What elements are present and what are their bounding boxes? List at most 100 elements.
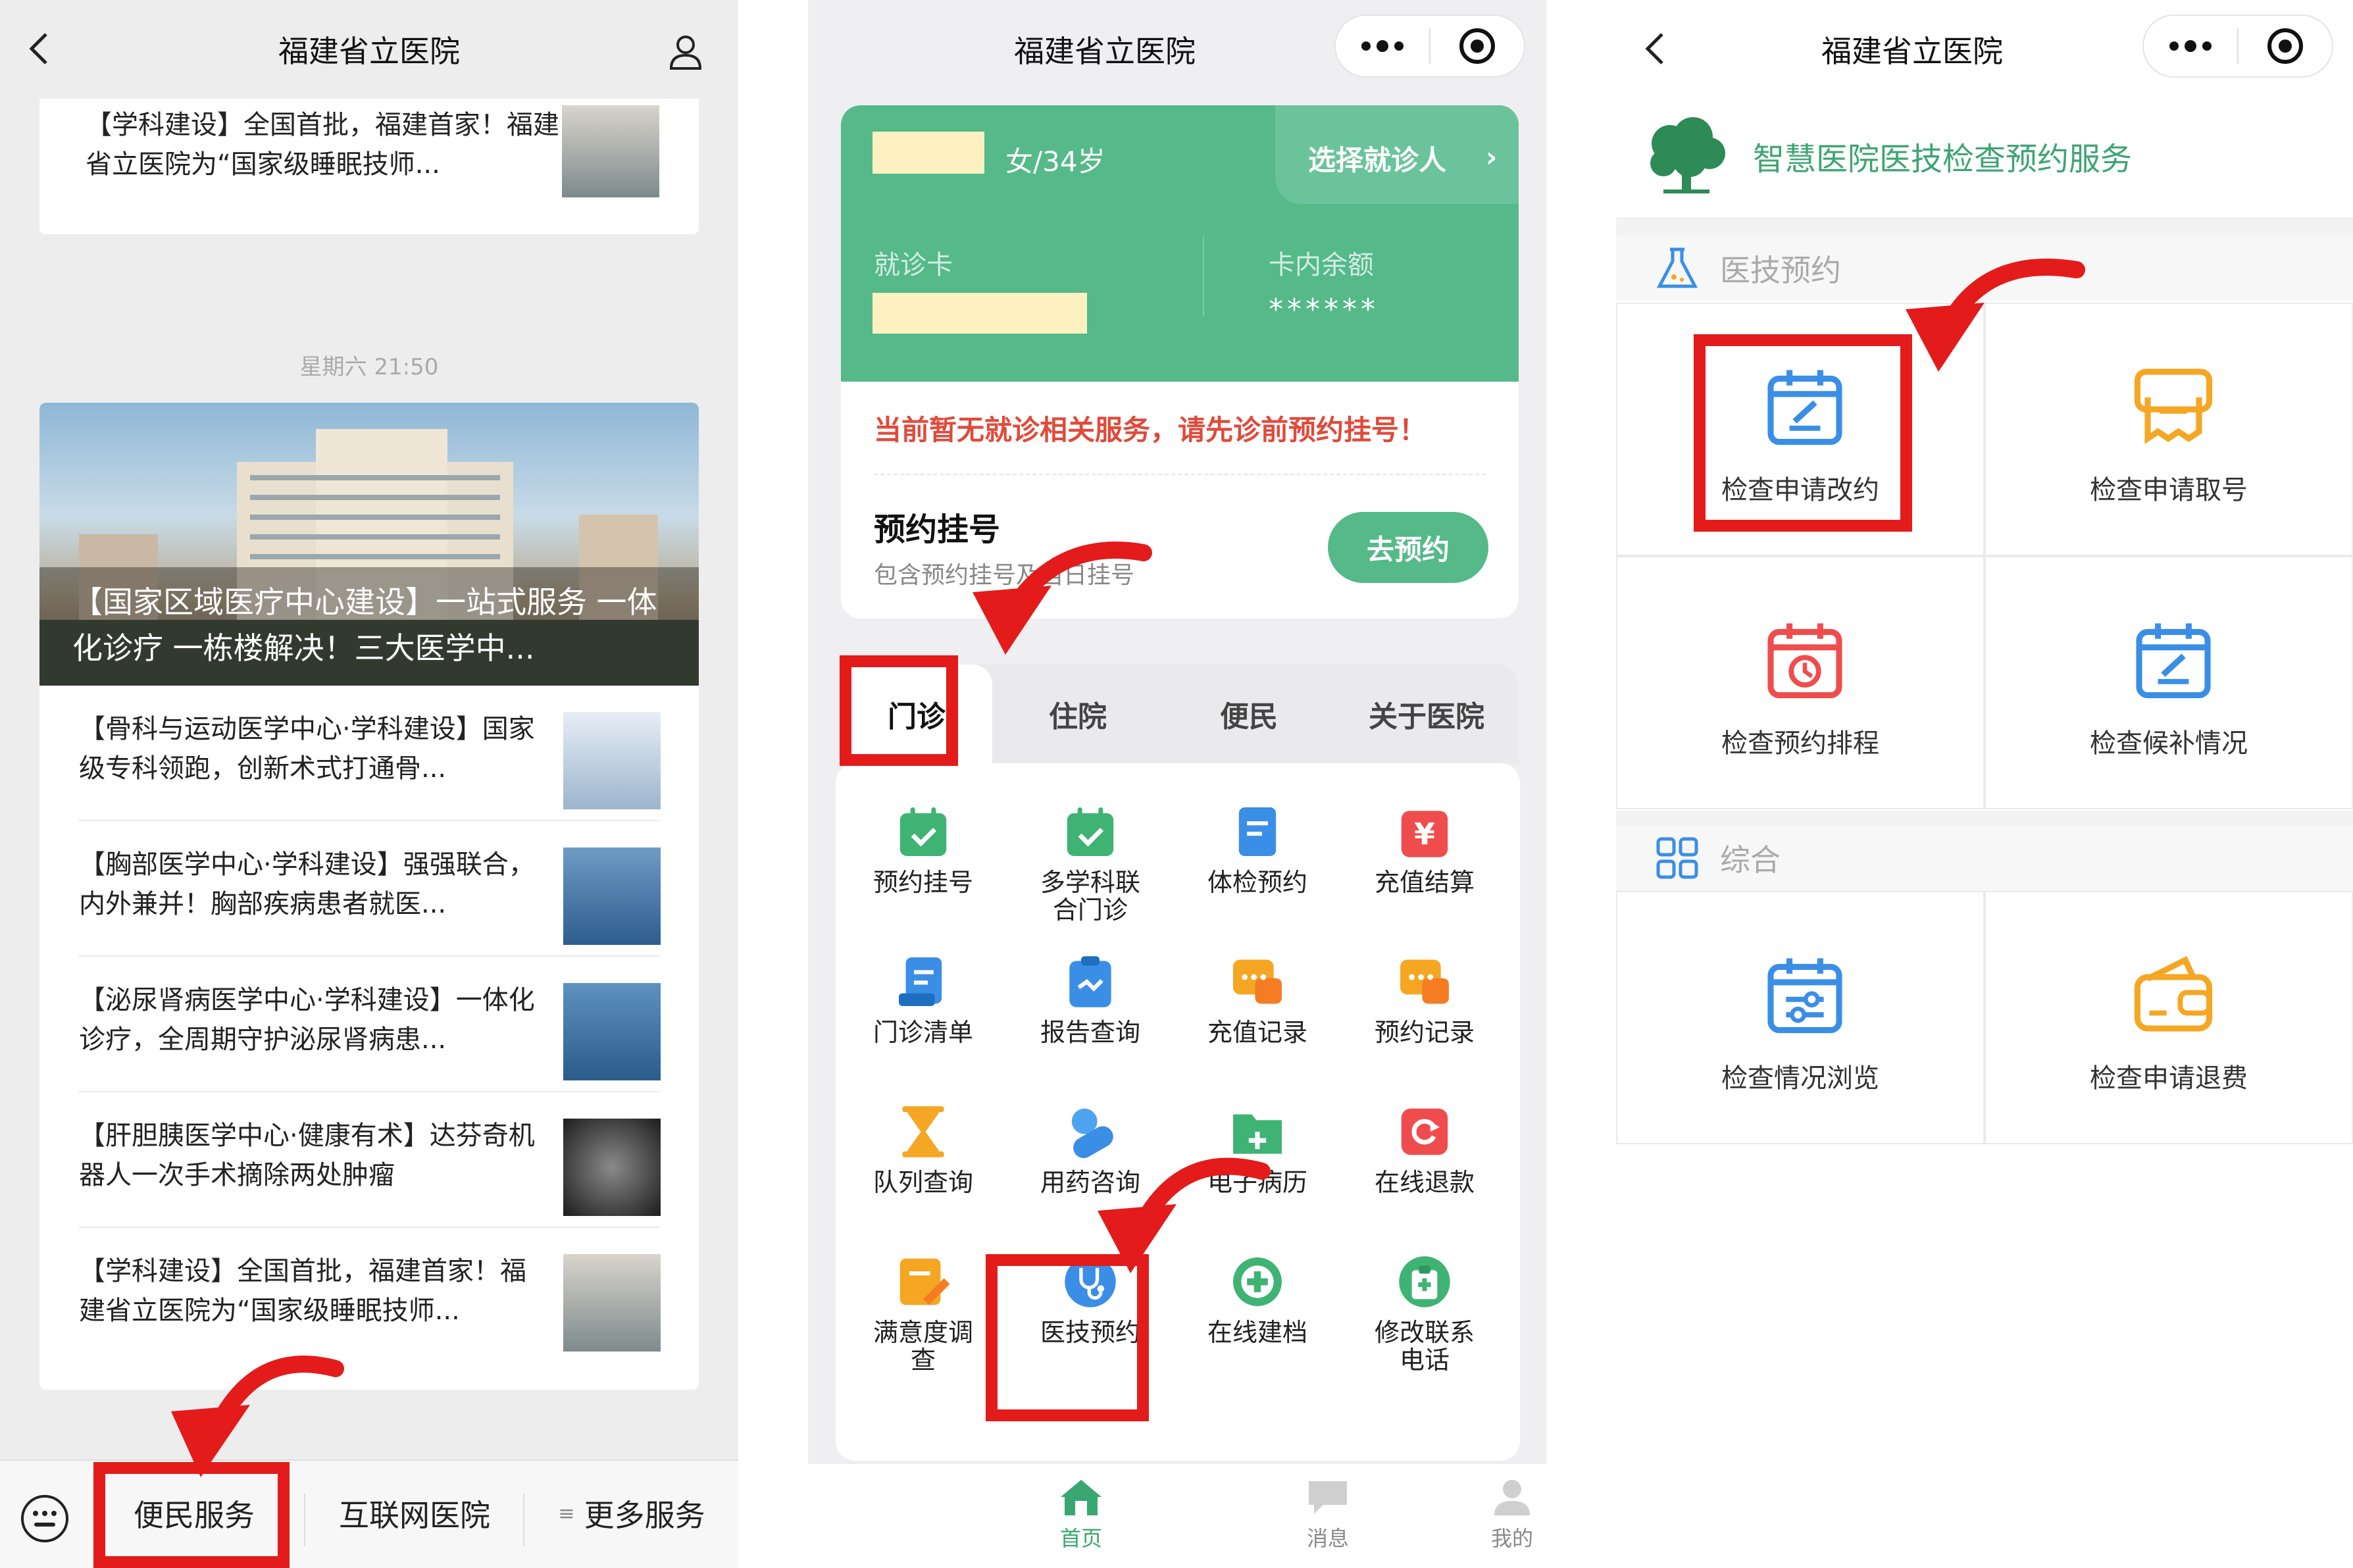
chevron-right-icon: › <box>1486 141 1498 173</box>
service-item[interactable]: 医技预约 <box>1007 1227 1174 1365</box>
ticket-icon <box>2131 363 2216 449</box>
select-patient-button[interactable]: 选择就诊人 › <box>1275 105 1519 204</box>
exam-service-label: 检查情况浏览 <box>1721 1063 1879 1094</box>
menu-lines-icon: ≡ <box>558 1502 575 1525</box>
service-item[interactable]: 门诊清单 <box>840 926 1007 1065</box>
section-header-medtech: 医技预约 <box>1616 236 2353 301</box>
back-icon[interactable] <box>1642 29 1682 68</box>
message-icon <box>1309 1481 1347 1514</box>
miniprogram-home-panel: 福建省立医院 选择就诊人 › 女/34岁 就诊卡 卡内余额 ****** 当前暂… <box>808 0 1546 1568</box>
service-item[interactable]: 预约挂号 <box>840 776 1007 915</box>
stethoscope-icon <box>1061 1253 1119 1311</box>
exam-service-item[interactable]: 检查情况浏览 <box>1616 891 1985 1144</box>
list-item[interactable]: 【骨科与运动医学中心·学科建设】国家级专科领跑，创新术式打通骨... <box>39 686 699 821</box>
hero-image[interactable]: 【国家区域医疗中心建设】一站式服务 一体化诊疗 一栋楼解决！三大医学中... <box>39 403 699 686</box>
exam-service-item[interactable]: 检查申请退费 <box>1985 891 2353 1144</box>
article-thumbnail <box>563 983 661 1080</box>
notice-text: 当前暂无就诊相关服务，请先诊前预约挂号！ <box>874 414 1427 446</box>
exam-service-item[interactable]: 检查申请取号 <box>1985 303 2353 556</box>
tab-outpatient[interactable]: 门诊 <box>841 665 992 763</box>
calendar-edit-icon <box>1762 363 1848 449</box>
user-profile-icon[interactable] <box>666 32 705 71</box>
service-item[interactable]: 满意度调查 <box>840 1227 1007 1374</box>
miniprogram-capsule <box>1334 14 1525 78</box>
tree-logo-icon <box>1650 117 1725 193</box>
list-item[interactable]: 【肝胆胰医学中心·健康有术】达芬奇机器人一次手术摘除两处肿瘤 <box>39 1092 699 1228</box>
home-icon <box>1061 1480 1101 1515</box>
service-item[interactable]: 报告查询 <box>1007 926 1174 1065</box>
section-title: 综合 <box>1720 842 1781 878</box>
service-item[interactable]: 电子病历 <box>1174 1076 1341 1215</box>
article-thumbnail <box>563 1119 661 1216</box>
service-item-label: 在线建档 <box>1207 1318 1307 1347</box>
tabbar-messages-label: 消息 <box>1306 1526 1349 1551</box>
service-item[interactable]: 在线退款 <box>1341 1076 1508 1215</box>
service-item[interactable]: 队列查询 <box>840 1076 1007 1215</box>
service-item[interactable]: 在线建档 <box>1174 1227 1341 1365</box>
patient-card: 选择就诊人 › 女/34岁 就诊卡 卡内余额 ****** <box>841 105 1519 382</box>
booking-subtitle: 包含预约挂号及当日挂号 <box>874 562 1135 589</box>
service-tabs: 门诊 住院 便民 关于医院 <box>841 665 1519 763</box>
tabbar-mine-label: 我的 <box>1490 1526 1533 1551</box>
exam-service-item[interactable]: 检查预约排程 <box>1616 556 1985 809</box>
menu-convenience-services[interactable]: 便民服务 <box>99 1480 290 1546</box>
menu-internet-hospital[interactable]: 互联网医院 <box>309 1480 520 1546</box>
navbar: 福建省立医院 <box>808 0 1546 99</box>
tabbar-mine[interactable]: 我的 <box>1473 1477 1546 1552</box>
service-item-label: 报告查询 <box>1040 1018 1140 1047</box>
service-item[interactable]: 用药咨询 <box>1007 1076 1174 1215</box>
service-item[interactable]: 预约记录 <box>1341 926 1508 1065</box>
hero-caption: 【国家区域医疗中心建设】一站式服务 一体化诊疗 一栋楼解决！三大医学中... <box>72 584 657 666</box>
list-item[interactable]: 【泌尿肾病医学中心·学科建设】一体化诊疗，全周期守护泌尿肾病患... <box>39 957 699 1092</box>
service-item-label: 修改联系电话 <box>1374 1318 1475 1375</box>
hourglass-icon <box>894 1103 952 1161</box>
card-label: 就诊卡 <box>874 250 953 280</box>
booking-card: 当前暂无就诊相关服务，请先诊前预约挂号！ 预约挂号 包含预约挂号及当日挂号 去预… <box>841 382 1519 619</box>
service-item[interactable]: ¥ 充值结算 <box>1341 776 1508 915</box>
more-options-icon[interactable] <box>2144 16 2237 76</box>
service-item[interactable]: 多学科联合门诊 <box>1007 776 1174 924</box>
article-thumbnail <box>563 847 661 945</box>
service-item-label: 充值记录 <box>1207 1018 1307 1047</box>
calendar-check-icon <box>894 803 952 861</box>
exam-service-label: 检查申请取号 <box>2090 475 2248 505</box>
page-title: 福建省立医院 <box>1821 34 2003 69</box>
article-card-top[interactable]: 【学科建设】全国首批，福建首家！福建省立医院为“国家级睡眠技师... <box>39 99 699 234</box>
service-item[interactable]: 修改联系电话 <box>1341 1227 1508 1374</box>
service-item-label: 电子病历 <box>1207 1168 1307 1197</box>
tabbar-messages[interactable]: 消息 <box>1262 1477 1394 1552</box>
tab-convenience[interactable]: 便民 <box>1163 665 1334 763</box>
service-item[interactable]: 充值记录 <box>1174 926 1341 1065</box>
close-miniprogram-icon[interactable] <box>2239 16 2332 76</box>
yuan-icon: ¥ <box>1396 803 1454 861</box>
tab-about-hospital[interactable]: 关于医院 <box>1334 665 1519 763</box>
balance-label: 卡内余额 <box>1269 250 1374 280</box>
menu-more-services[interactable]: ≡ 更多服务 <box>533 1480 730 1546</box>
patient-info: 女/34岁 <box>1005 145 1105 178</box>
service-item[interactable]: 体检预约 <box>1174 776 1341 915</box>
exam-service-label: 检查候补情况 <box>2090 728 2248 759</box>
chat-icon <box>1228 953 1286 1011</box>
go-book-button[interactable]: 去预约 <box>1328 512 1488 583</box>
close-miniprogram-icon[interactable] <box>1430 16 1524 76</box>
exam-service-item[interactable]: 检查候补情况 <box>1985 556 2353 809</box>
keyboard-icon[interactable] <box>18 1492 71 1545</box>
exam-service-label: 检查申请改约 <box>1721 475 1879 505</box>
more-options-icon[interactable] <box>1336 16 1429 76</box>
list-item[interactable]: 【学科建设】全国首批，福建首家！福建省立医院为“国家级睡眠技师... <box>39 1228 699 1363</box>
service-item-label: 充值结算 <box>1374 868 1475 897</box>
section-header-general: 综合 <box>1616 825 2353 891</box>
back-icon[interactable] <box>26 29 66 68</box>
service-item-label: 预约记录 <box>1374 1018 1475 1047</box>
article-title: 【泌尿肾病医学中心·学科建设】一体化诊疗，全周期守护泌尿肾病患... <box>79 985 535 1055</box>
service-item-label: 医技预约 <box>1040 1318 1140 1347</box>
wechat-official-account-panel: 福建省立医院 【学科建设】全国首批，福建首家！福建省立医院为“国家级睡眠技师..… <box>0 0 738 1568</box>
tabbar-home[interactable]: 首页 <box>1015 1477 1147 1552</box>
tab-inpatient[interactable]: 住院 <box>992 665 1163 763</box>
refund-icon <box>1396 1103 1454 1161</box>
miniprogram-capsule <box>2142 14 2333 78</box>
exam-service-item[interactable]: 检查申请改约 <box>1616 303 1985 556</box>
clipboard-icon <box>1061 953 1119 1011</box>
list-item[interactable]: 【胸部医学中心·学科建设】强强联合，内外兼并！胸部疾病患者就医... <box>39 821 699 957</box>
calendar-settings-icon <box>1762 951 1848 1037</box>
